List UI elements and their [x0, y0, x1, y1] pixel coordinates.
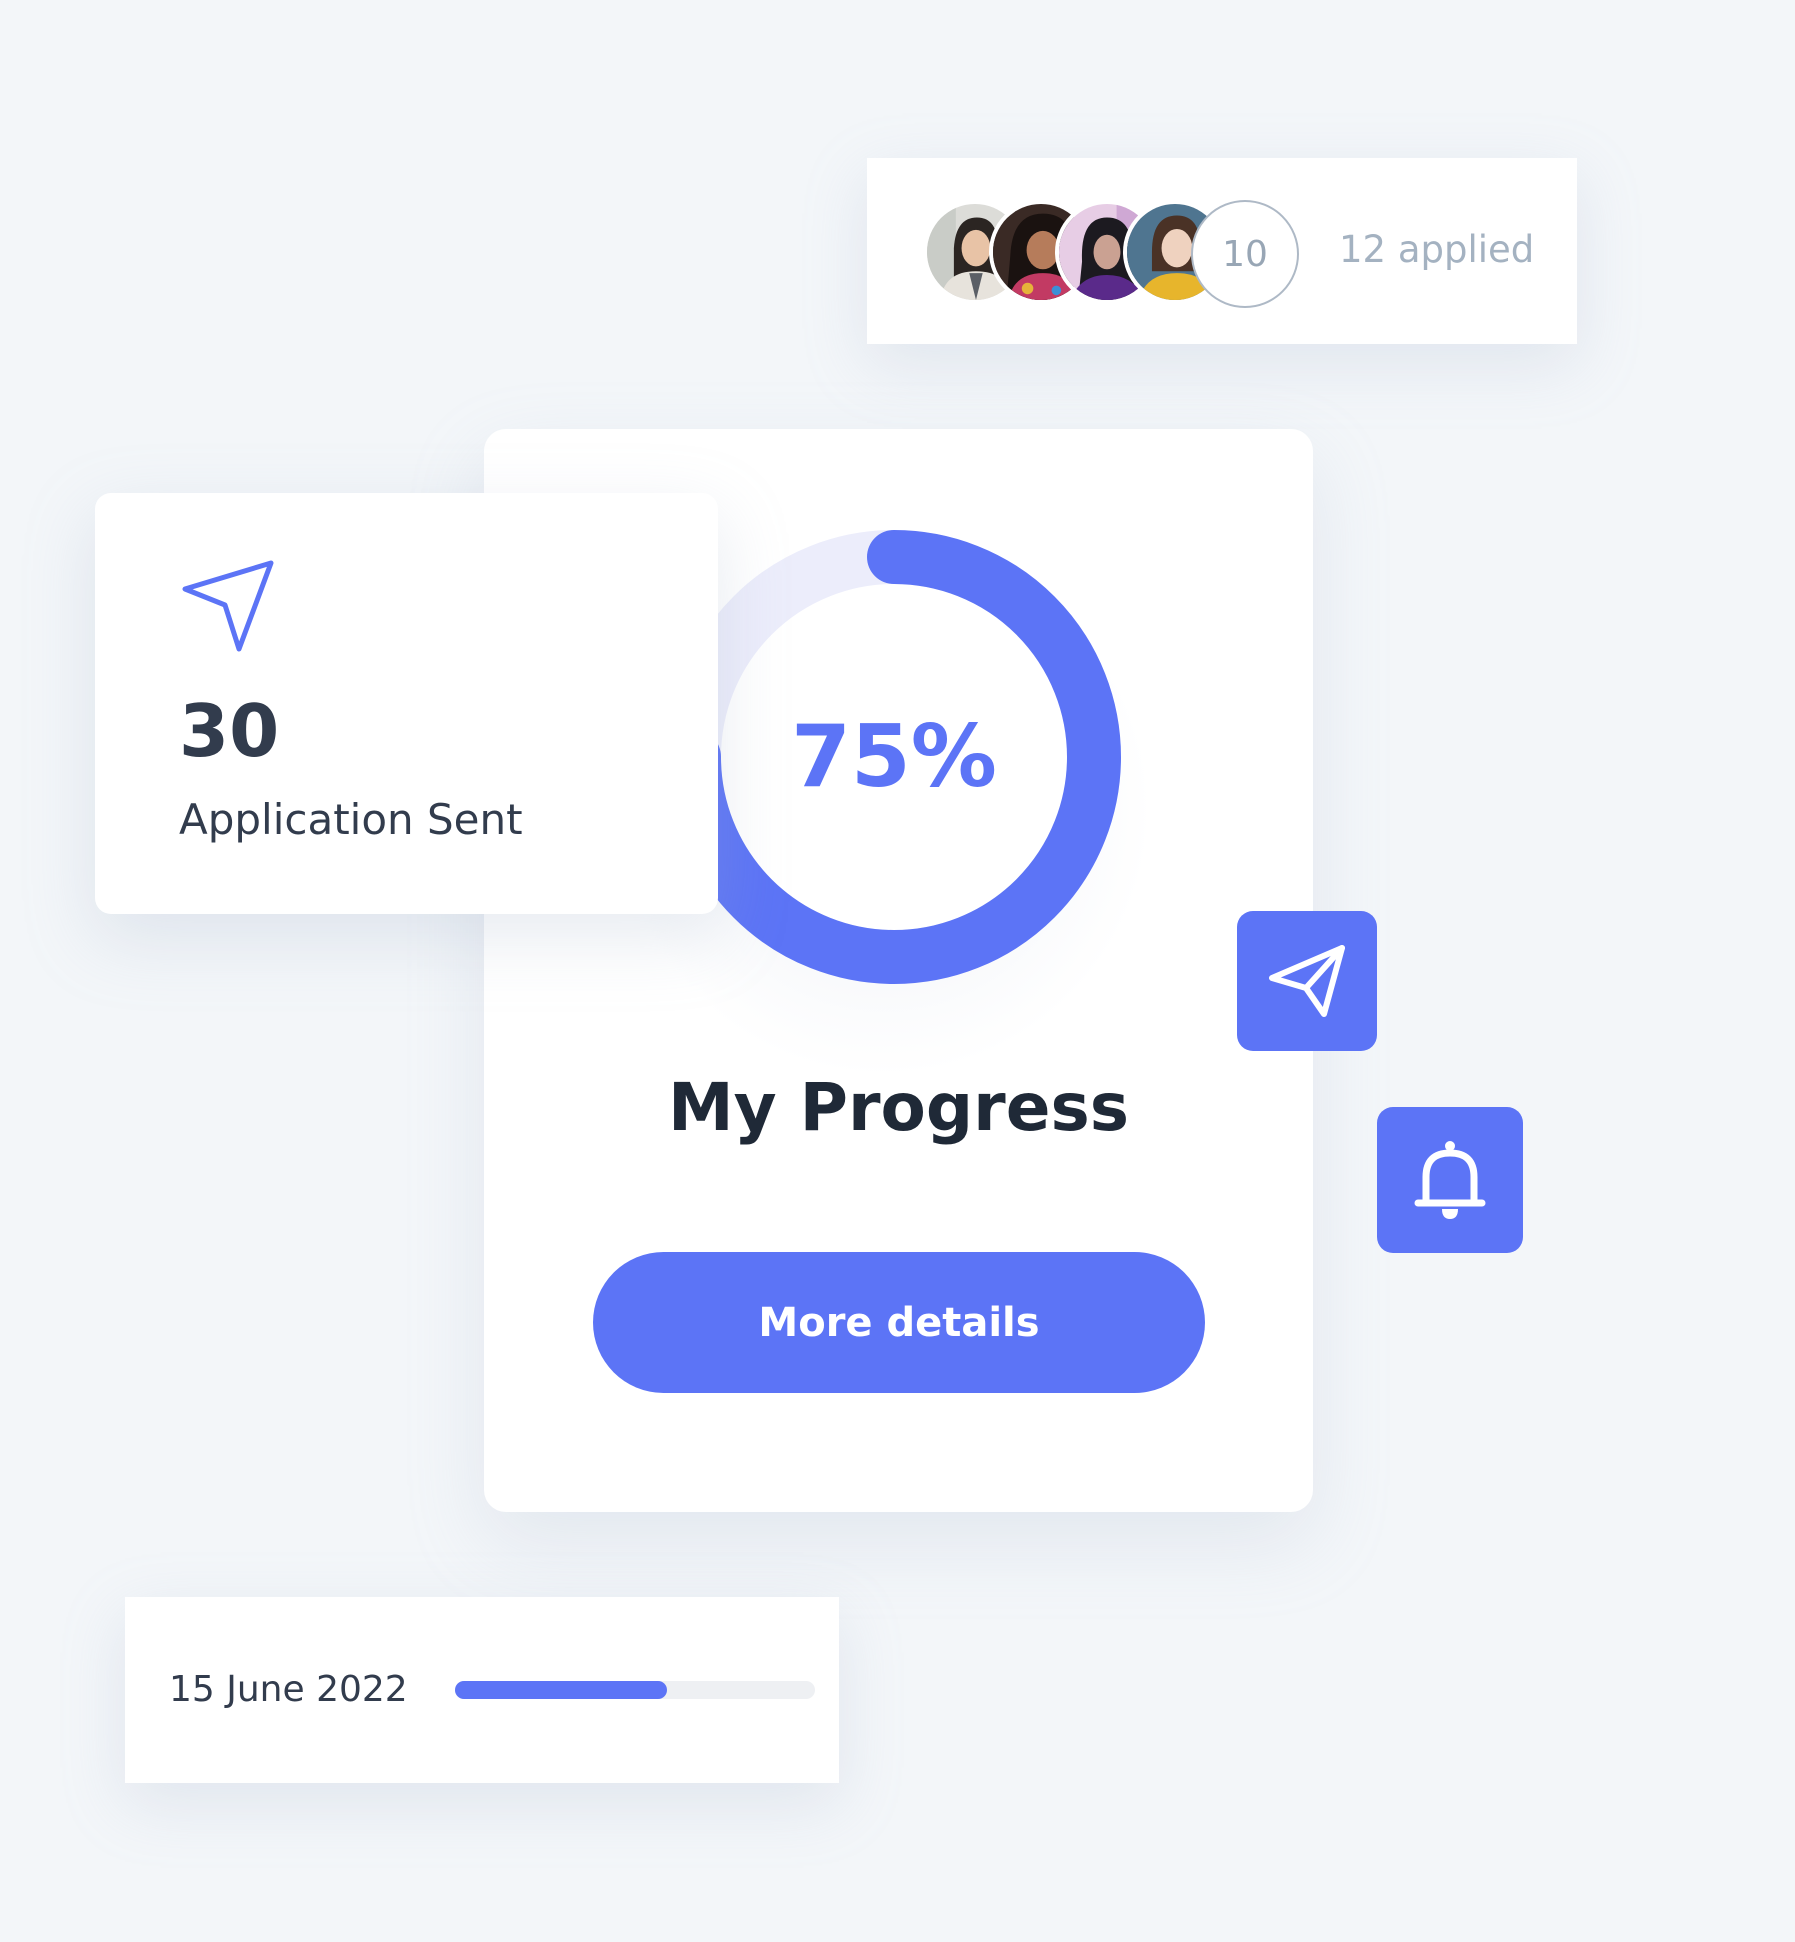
send-button[interactable]	[1237, 911, 1377, 1051]
send-arrow-icon	[182, 560, 274, 652]
progress-title: My Progress	[667, 1069, 1130, 1146]
progress-percent: 75%	[791, 707, 997, 807]
applicants-card: 10 12 applied	[867, 158, 1577, 344]
date-label: 15 June 2022	[169, 1669, 408, 1710]
application-sent-label: Application Sent	[179, 795, 523, 844]
date-progress-fill	[455, 1681, 668, 1699]
more-applicants-count[interactable]: 10	[1191, 200, 1299, 308]
applied-count-label: 12 applied	[1339, 228, 1535, 271]
bell-icon	[1414, 1141, 1486, 1219]
paper-plane-icon	[1269, 945, 1345, 1017]
notifications-button[interactable]	[1377, 1107, 1523, 1253]
application-sent-count: 30	[179, 689, 280, 773]
more-details-button[interactable]: More details	[593, 1252, 1205, 1393]
date-progress-track	[455, 1681, 815, 1699]
date-card: 15 June 2022	[125, 1597, 839, 1783]
application-sent-card: 30 Application Sent	[95, 493, 718, 914]
